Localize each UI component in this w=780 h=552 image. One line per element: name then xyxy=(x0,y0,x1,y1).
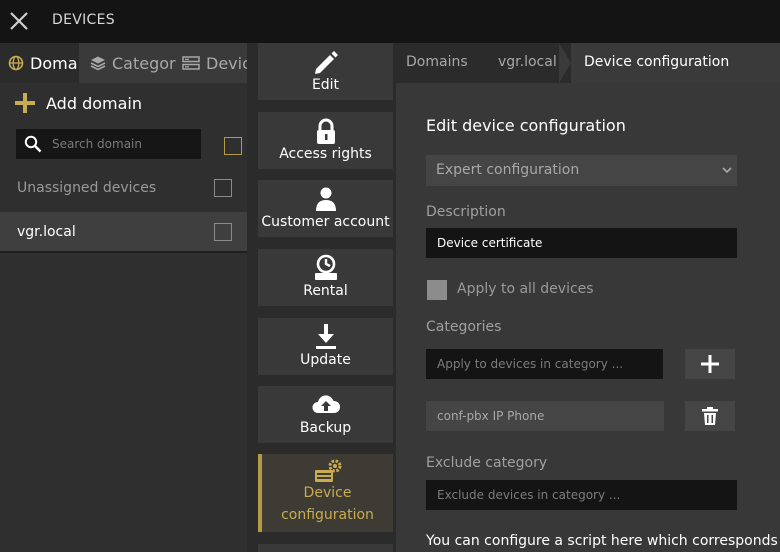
layers-icon xyxy=(90,56,106,71)
lock-icon xyxy=(316,118,335,144)
search-icon xyxy=(24,135,42,153)
breadcrumb-domains[interactable]: Domains xyxy=(406,54,468,70)
device-configuration-label-2: configuration xyxy=(281,507,374,523)
domain-item-vgr-local[interactable]: vgr.local xyxy=(0,212,247,253)
access-rights-button[interactable]: Access rights xyxy=(258,112,393,169)
search-domain-input[interactable] xyxy=(52,137,192,151)
script-info-text: You can configure a script here which co… xyxy=(426,533,780,549)
server-icon xyxy=(182,56,200,70)
rental-label: Rental xyxy=(303,283,348,299)
description-input[interactable]: Device certificate xyxy=(426,228,737,258)
breadcrumb-vgr-local[interactable]: vgr.local xyxy=(498,54,557,70)
tab-devices[interactable]: Devices xyxy=(176,43,247,83)
edit-label: Edit xyxy=(311,77,340,93)
plus-icon xyxy=(15,93,35,113)
add-category-button[interactable] xyxy=(685,349,735,379)
cloud-upload-icon xyxy=(312,395,340,413)
device-configuration-panel: Domains vgr.local Device configuration E… xyxy=(396,43,780,552)
exclude-category-label: Exclude category xyxy=(426,455,548,471)
backup-label: Backup xyxy=(299,420,352,436)
rental-icon xyxy=(314,254,337,280)
apply-all-checkbox[interactable] xyxy=(427,280,447,300)
tab-devices-label: Devices xyxy=(206,53,247,73)
tab-domains-label: Domains xyxy=(30,53,79,73)
tab-categories[interactable]: Categories xyxy=(80,43,176,83)
select-all-checkbox[interactable] xyxy=(224,137,242,155)
unassigned-checkbox[interactable] xyxy=(214,179,232,197)
breadcrumb: Domains vgr.local Device configuration xyxy=(396,43,780,83)
config-type-select[interactable]: Expert configuration xyxy=(426,155,737,186)
form-heading: Edit device configuration xyxy=(426,116,626,135)
apply-all-label: Apply to all devices xyxy=(457,281,594,297)
vgr-local-checkbox[interactable] xyxy=(214,223,232,241)
domain-item-label: vgr.local xyxy=(17,224,76,240)
description-label: Description xyxy=(426,204,506,220)
close-icon[interactable] xyxy=(8,10,30,32)
globe-icon xyxy=(8,55,24,71)
domain-panel: Domains Categories Devices Add domain xyxy=(0,43,247,552)
breadcrumb-current-label: Device configuration xyxy=(584,54,730,70)
config-type-value: Expert configuration xyxy=(436,162,580,178)
edit-button[interactable]: Edit xyxy=(258,43,393,100)
update-button[interactable]: Update xyxy=(258,318,393,375)
backup-button[interactable]: Backup xyxy=(258,386,393,443)
category-item: conf-pbx IP Phone xyxy=(426,401,664,431)
categories-input[interactable]: Apply to devices in category ... xyxy=(426,349,663,379)
device-configuration-button[interactable]: Device configuration xyxy=(258,454,393,532)
user-icon xyxy=(315,187,336,211)
tab-categories-label: Categories xyxy=(112,53,176,73)
tab-domains[interactable]: Domains xyxy=(0,43,79,83)
device-config-icon xyxy=(314,459,341,482)
top-bar: DEVICES xyxy=(0,0,780,43)
categories-label: Categories xyxy=(426,319,502,335)
chevron-down-icon xyxy=(722,167,732,174)
update-label: Update xyxy=(300,352,351,368)
next-action-button[interactable] xyxy=(258,544,393,552)
trash-icon xyxy=(702,407,718,425)
download-icon xyxy=(315,324,336,349)
domain-search xyxy=(16,129,201,159)
exclude-category-input[interactable]: Exclude devices in category ... xyxy=(426,480,737,510)
add-domain-label: Add domain xyxy=(46,93,142,113)
device-configuration-label-1: Device xyxy=(303,485,352,501)
breadcrumb-current: Device configuration xyxy=(559,43,780,83)
access-rights-label: Access rights xyxy=(279,146,372,162)
left-tabs: Domains Categories Devices xyxy=(0,43,247,83)
rental-button[interactable]: Rental xyxy=(258,249,393,306)
app-title: DEVICES xyxy=(52,12,115,28)
add-domain-button[interactable]: Add domain xyxy=(14,93,142,113)
delete-category-button[interactable] xyxy=(685,401,735,431)
customer-account-label: Customer account xyxy=(261,214,390,230)
pencil-icon xyxy=(314,51,338,74)
action-column: Edit Access rights Customer account Rent… xyxy=(247,43,396,552)
customer-account-button[interactable]: Customer account xyxy=(258,180,393,237)
plus-icon xyxy=(701,355,719,373)
domain-item-unassigned[interactable]: Unassigned devices xyxy=(17,180,156,196)
